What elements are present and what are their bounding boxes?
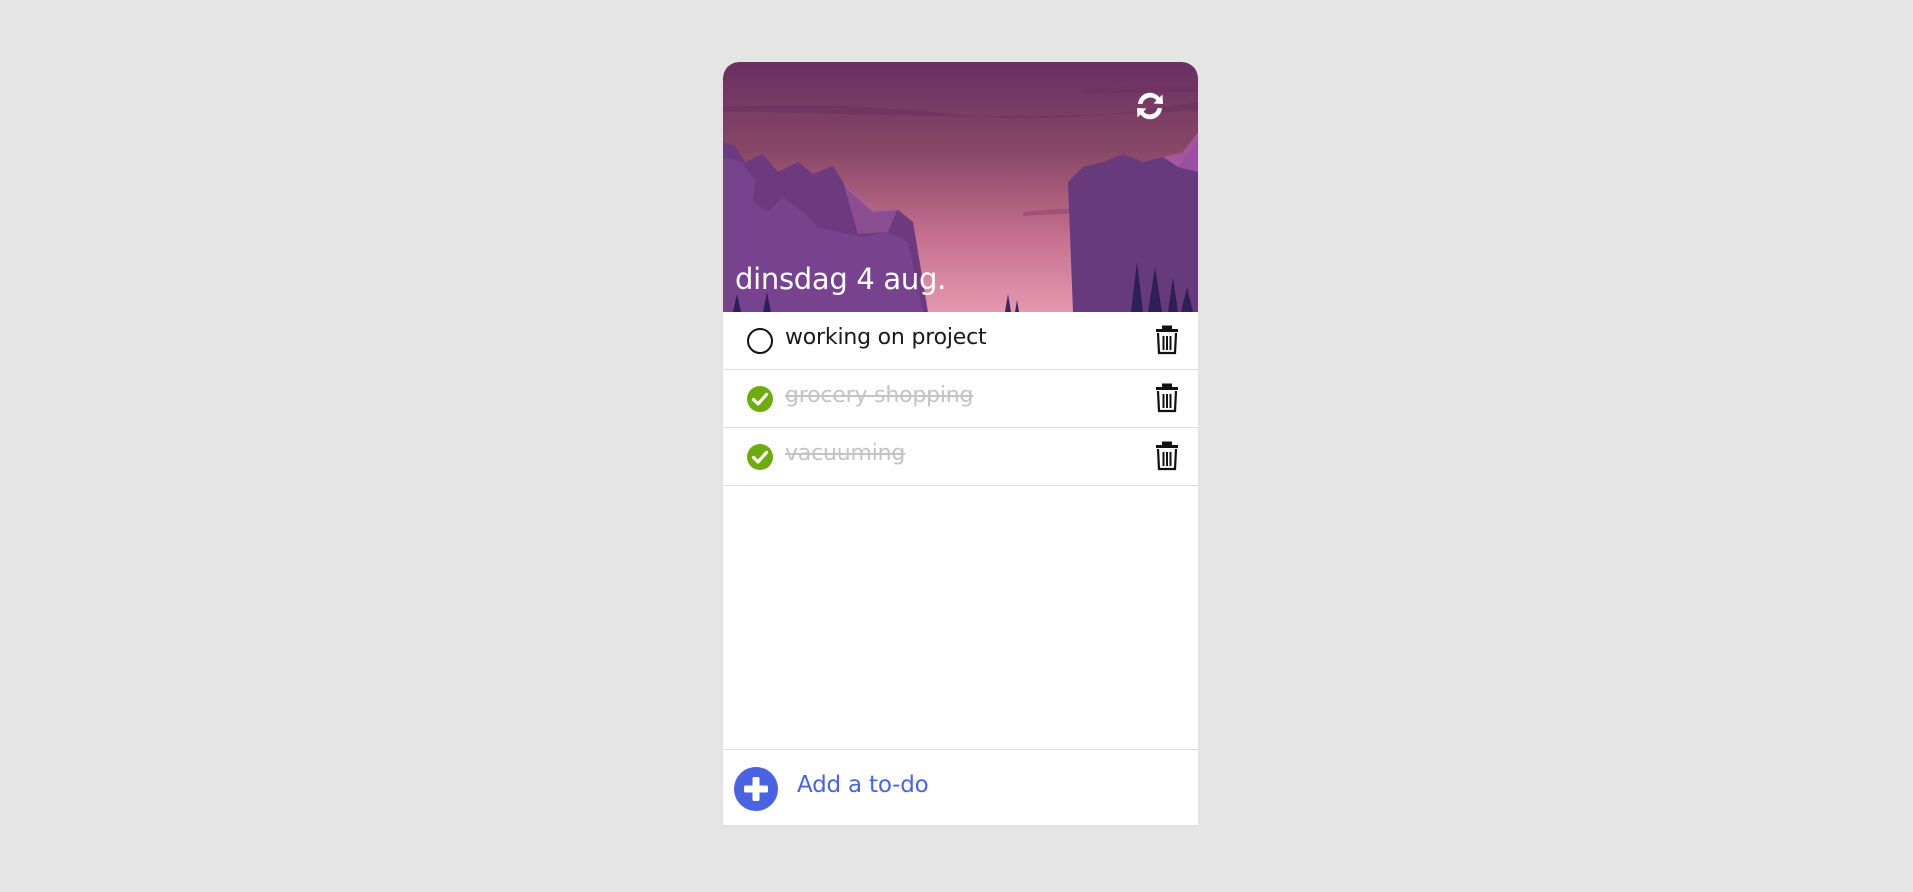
header: dinsdag 4 aug. [723, 62, 1198, 312]
plus-circle-icon[interactable] [734, 767, 778, 811]
trash-icon[interactable] [1154, 441, 1180, 471]
unchecked-circle-icon[interactable] [746, 327, 774, 355]
checked-circle-icon[interactable] [746, 385, 774, 413]
todo-item: vacuuming [723, 428, 1198, 486]
checked-circle-icon[interactable] [746, 443, 774, 471]
todo-item: grocery shopping [723, 370, 1198, 428]
todo-text: grocery shopping [785, 383, 974, 408]
todo-list: working on project grocery shopping vacu… [723, 312, 1198, 486]
date-heading: dinsdag 4 aug. [735, 262, 947, 296]
add-todo-button[interactable]: Add a to-do [797, 772, 929, 798]
todo-app: dinsdag 4 aug. working on project grocer… [723, 62, 1198, 825]
add-todo-bar: Add a to-do [723, 749, 1198, 825]
todo-text: working on project [785, 325, 987, 350]
refresh-icon [1137, 92, 1163, 120]
todo-text: vacuuming [785, 441, 906, 466]
todo-item: working on project [723, 312, 1198, 370]
trash-icon[interactable] [1154, 325, 1180, 355]
refresh-button[interactable] [1130, 86, 1170, 126]
trash-icon[interactable] [1154, 383, 1180, 413]
